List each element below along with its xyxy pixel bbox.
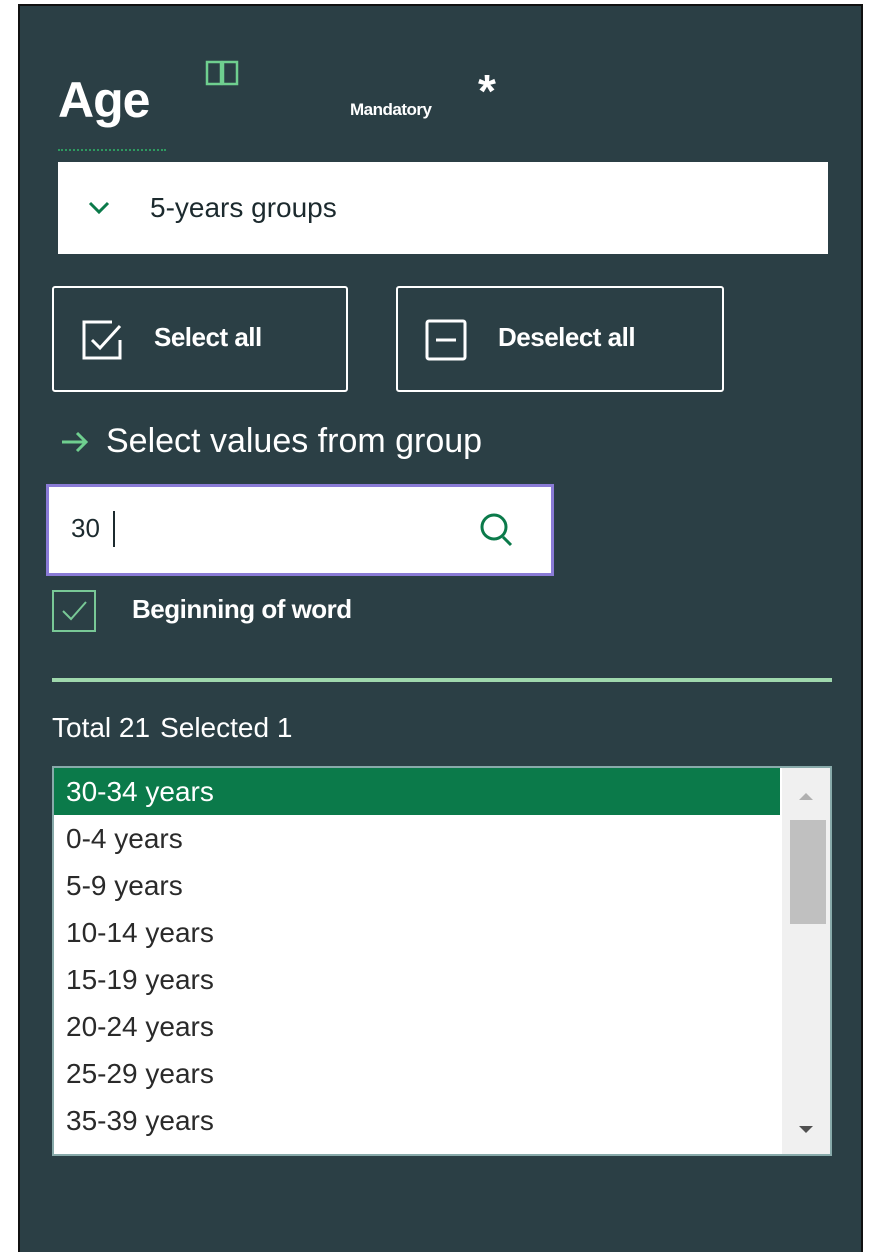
scrollbar-thumb[interactable] — [790, 820, 826, 924]
list-item[interactable]: 20-24 years — [54, 1003, 780, 1050]
text-caret — [113, 511, 115, 547]
grouping-dropdown[interactable]: 5-years groups — [58, 162, 828, 254]
checkbox-checked-icon — [82, 320, 122, 360]
scroll-down-arrow-icon[interactable] — [796, 1124, 816, 1136]
select-all-button[interactable]: Select all — [52, 286, 348, 392]
list-item[interactable]: 30-34 years — [54, 768, 780, 815]
list-item[interactable]: 35-39 years — [54, 1097, 780, 1144]
arrow-right-icon — [62, 431, 89, 452]
search-input[interactable]: 30 — [46, 484, 554, 576]
selected-count: Selected 1 — [160, 712, 293, 743]
beginning-of-word-label: Beginning of word — [132, 594, 352, 624]
grouping-selected-value: 5-years groups — [150, 192, 337, 223]
beginning-of-word-checkbox[interactable] — [52, 590, 96, 632]
book-icon[interactable] — [204, 58, 240, 88]
list-item[interactable]: 15-19 years — [54, 956, 780, 1003]
deselect-all-button[interactable]: Deselect all — [396, 286, 724, 392]
select-all-label: Select all — [154, 322, 262, 352]
minus-square-icon — [425, 319, 467, 361]
mandatory-asterisk: * — [478, 65, 496, 117]
scroll-up-arrow-icon[interactable] — [796, 790, 816, 802]
values-listbox[interactable]: 30-34 years 0-4 years 5-9 years 10-14 ye… — [52, 766, 832, 1156]
select-from-group-link[interactable]: Select values from group — [60, 422, 482, 461]
title-underline — [58, 149, 166, 151]
list-item[interactable]: 25-29 years — [54, 1050, 780, 1097]
variable-title: Age — [58, 72, 150, 128]
values-list: 30-34 years 0-4 years 5-9 years 10-14 ye… — [54, 768, 780, 1144]
list-item[interactable]: 0-4 years — [54, 815, 780, 862]
section-divider — [52, 678, 832, 682]
search-icon[interactable] — [477, 511, 515, 549]
list-item[interactable]: 10-14 years — [54, 909, 780, 956]
chevron-down-icon — [88, 201, 110, 215]
mandatory-label: Mandatory — [350, 100, 432, 119]
deselect-all-label: Deselect all — [498, 322, 636, 352]
search-query-text: 30 — [71, 513, 100, 543]
list-item[interactable]: 5-9 years — [54, 862, 780, 909]
variable-panel: Age Mandatory * 5-years groups Select al… — [18, 4, 863, 1252]
total-count: Total 21 — [52, 712, 151, 743]
select-from-group-label: Select values from group — [106, 422, 483, 460]
totals-summary: Total 21 Selected 1 — [52, 712, 292, 744]
listbox-scrollbar[interactable] — [782, 768, 830, 1154]
checkmark-icon — [62, 601, 87, 621]
